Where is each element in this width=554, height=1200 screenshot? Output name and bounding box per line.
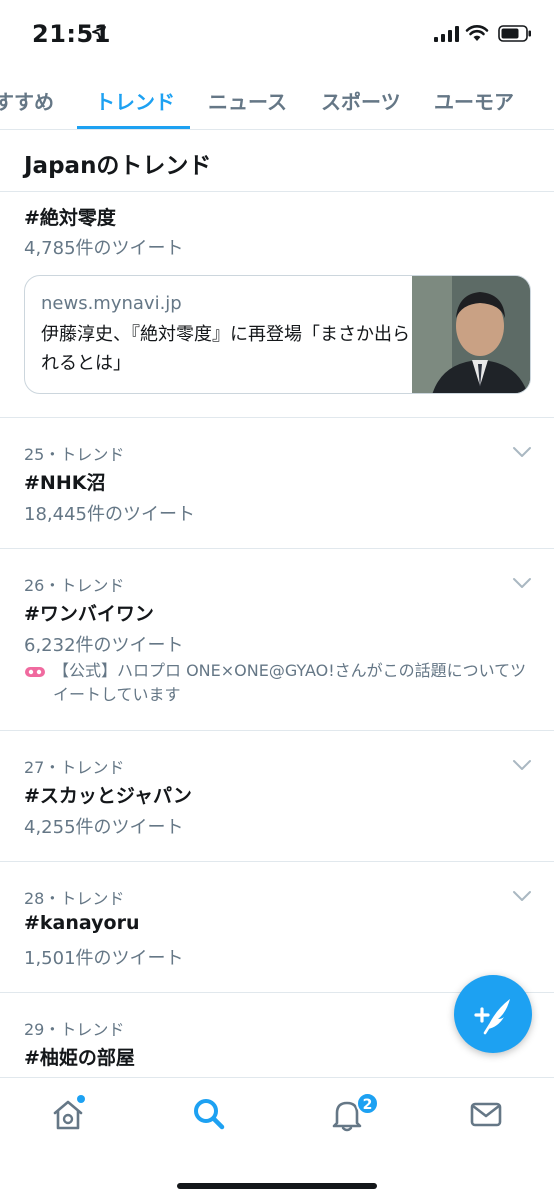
messages-icon[interactable] <box>466 1094 506 1134</box>
section-title: Japanのトレンド <box>24 153 212 179</box>
trend-rank: 25・トレンド <box>24 445 125 464</box>
home-indicator <box>177 1183 377 1189</box>
battery-icon <box>498 25 531 42</box>
tab-news[interactable]: ニュース <box>208 86 287 115</box>
notification-badge: 2 <box>356 1092 379 1115</box>
wifi-icon <box>465 25 489 41</box>
trend-name: #ワンバイワン <box>24 603 154 625</box>
trend-tweet-count: 4,255件のツイート <box>24 817 184 838</box>
news-card[interactable]: news.mynavi.jp 伊藤淳史、『絶対零度』に再登場「まさか出られるとは… <box>24 275 531 394</box>
trend-rank: 26・トレンド <box>24 576 125 595</box>
explore-tabs: すすめ トレンド ニュース スポーツ ユーモア <box>0 68 554 130</box>
compose-tweet-button[interactable] <box>454 975 532 1053</box>
promo-context-text: 【公式】ハロプロ ONE×ONE@GYAO!さんがこの話題についてツイートしてい… <box>53 661 527 704</box>
trend-name: #kanayoru <box>24 912 140 934</box>
news-thumbnail-photo <box>412 276 530 393</box>
trend-name: #NHK沼 <box>24 472 106 494</box>
cellular-signal-icon <box>434 26 459 42</box>
status-bar: 21:51 <box>0 0 554 68</box>
bottom-tab-bar: 2 <box>0 1077 554 1200</box>
search-icon[interactable] <box>189 1094 229 1134</box>
trend-name: #柚姫の部屋 <box>24 1047 135 1069</box>
chevron-down-icon[interactable] <box>512 576 532 590</box>
promoted-account-icon <box>25 667 45 677</box>
home-icon[interactable] <box>48 1094 88 1134</box>
trend-tweet-count: 6,232件のツイート <box>24 635 184 656</box>
trend-item[interactable]: 26・トレンド #ワンバイワン 6,232件のツイート 【公式】ハロプロ ONE… <box>0 549 554 730</box>
news-headline: 伊藤淳史、『絶対零度』に再登場「まさか出られるとは」 <box>41 324 410 374</box>
tab-recommended[interactable]: すすめ <box>0 86 54 115</box>
tab-humor[interactable]: ユーモア <box>434 86 514 115</box>
trend-item[interactable]: 25・トレンド #NHK沼 18,445件のツイート <box>0 418 554 548</box>
location-arrow-icon <box>92 26 106 40</box>
tab-sports[interactable]: スポーツ <box>321 86 401 115</box>
trend-name: #絶対零度 <box>24 207 116 229</box>
compose-feather-icon <box>474 999 510 1035</box>
divider <box>0 191 554 192</box>
tab-trends[interactable]: トレンド <box>95 86 175 115</box>
trend-name: #スカッとジャパン <box>24 785 192 807</box>
trend-item[interactable]: 28・トレンド #kanayoru 1,501件のツイート <box>0 862 554 992</box>
chevron-down-icon[interactable] <box>512 758 532 772</box>
trend-rank: 28・トレンド <box>24 889 125 908</box>
trend-item[interactable]: 27・トレンド #スカッとジャパン 4,255件のツイート <box>0 731 554 861</box>
chevron-down-icon[interactable] <box>512 445 532 459</box>
news-thumbnail <box>412 276 530 393</box>
chevron-down-icon[interactable] <box>512 889 532 903</box>
active-tab-indicator <box>77 126 190 129</box>
news-source: news.mynavi.jp <box>41 293 182 314</box>
trend-rank: 29・トレンド <box>24 1020 125 1039</box>
trend-rank: 27・トレンド <box>24 758 125 777</box>
trend-tweet-count: 4,785件のツイート <box>24 238 184 259</box>
trend-tweet-count: 1,501件のツイート <box>24 948 184 969</box>
trend-tweet-count: 18,445件のツイート <box>24 504 195 525</box>
